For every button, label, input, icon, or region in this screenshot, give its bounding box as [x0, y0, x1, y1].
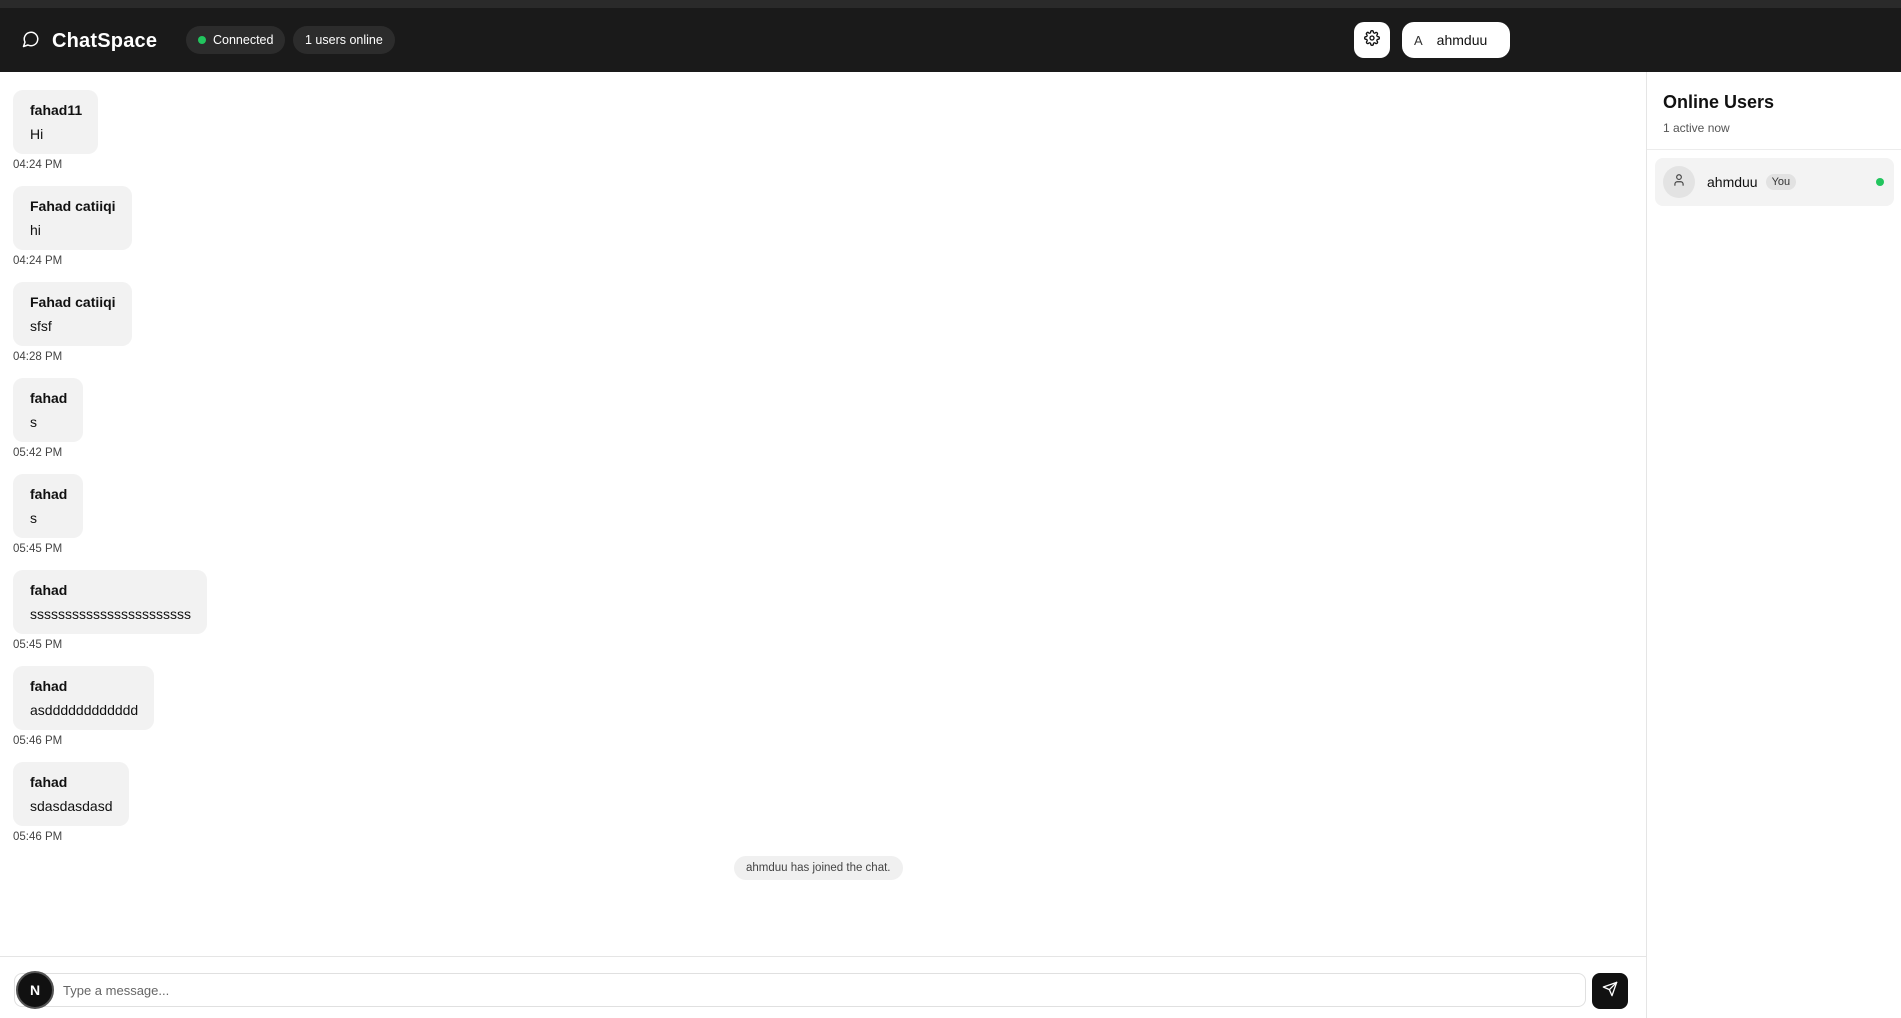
- message-list[interactable]: fahad11 Hi 04:24 PM Fahad catiiqi hi 04:…: [0, 72, 1646, 956]
- online-count-label: 1 users online: [305, 33, 383, 47]
- message-sender: fahad: [30, 678, 68, 694]
- message-item: Fahad catiiqi hi 04:24 PM: [13, 186, 132, 267]
- online-users-title: Online Users: [1663, 92, 1775, 112]
- message-time: 05:45 PM: [13, 543, 63, 555]
- connection-status-badge: Connected: [186, 26, 286, 54]
- message-time: 04:28 PM: [13, 351, 63, 363]
- online-user-item[interactable]: ahmduu You: [1655, 158, 1894, 206]
- message-time: 05:46 PM: [13, 735, 63, 747]
- message-bubble: fahad sdasdasdasd: [13, 762, 129, 826]
- message-time: 05:42 PM: [13, 447, 63, 459]
- user-icon: [1672, 173, 1686, 192]
- message-item: fahad sdasdasdasd 05:46 PM: [13, 762, 129, 843]
- message-time: 04:24 PM: [13, 255, 63, 267]
- user-avatar: [1663, 166, 1695, 198]
- message-sender: Fahad catiiqi: [30, 294, 116, 310]
- message-text: sfsf: [30, 318, 52, 334]
- message-bubble: fahad s: [13, 378, 84, 442]
- message-text: s: [30, 510, 37, 526]
- you-badge: You: [1765, 174, 1797, 190]
- top-bar: ChatSpace Connected 1 users online A ahm…: [0, 0, 1901, 72]
- message-item: Fahad catiiqi sfsf 04:28 PM: [13, 282, 132, 363]
- send-button[interactable]: [1592, 973, 1628, 1009]
- message-sender: fahad: [30, 390, 68, 406]
- brand[interactable]: ChatSpace: [22, 30, 157, 53]
- message-sender: Fahad catiiqi: [30, 198, 116, 214]
- current-user-name: ahmduu: [1436, 32, 1488, 48]
- message-composer: N: [0, 956, 1646, 1018]
- online-count-badge: 1 users online: [293, 26, 395, 54]
- online-user-name: ahmduu: [1707, 174, 1758, 190]
- system-message: ahmduu has joined the chat.: [734, 856, 903, 880]
- message-bubble: Fahad catiiqi hi: [13, 186, 132, 250]
- app-title: ChatSpace: [52, 30, 158, 52]
- gear-icon: [1364, 29, 1380, 51]
- message-text: asdddddddddddd: [30, 702, 139, 718]
- message-time: 05:46 PM: [13, 831, 63, 843]
- message-item: fahad sssssssssssssssssssssss 05:45 PM: [13, 570, 207, 651]
- message-item: fahad asdddddddddddd 05:46 PM: [13, 666, 155, 747]
- message-bubble: fahad sssssssssssssssssssssss: [13, 570, 207, 634]
- message-sender: fahad11: [30, 102, 83, 118]
- n-logo-icon[interactable]: N: [16, 971, 54, 1009]
- message-text: Hi: [30, 126, 44, 142]
- message-item: fahad11 Hi 04:24 PM: [13, 90, 99, 171]
- settings-button[interactable]: [1354, 22, 1390, 58]
- online-users-header: Online Users 1 active now: [1647, 72, 1901, 150]
- online-status-dot-icon: [1876, 178, 1884, 186]
- message-sender: fahad: [30, 774, 68, 790]
- message-text: sdasdasdasd: [30, 798, 113, 814]
- message-item: fahad s 05:45 PM: [13, 474, 84, 555]
- message-bubble: fahad s: [13, 474, 84, 538]
- online-users-count: 1 active now: [1663, 121, 1730, 135]
- message-time: 04:24 PM: [13, 159, 63, 171]
- message-bubble: Fahad catiiqi sfsf: [13, 282, 132, 346]
- message-bubble: fahad asdddddddddddd: [13, 666, 155, 730]
- message-sender: fahad: [30, 486, 68, 502]
- message-sender: fahad: [30, 582, 68, 598]
- online-users-panel: Online Users 1 active now ahmduu You: [1646, 72, 1901, 1018]
- connection-status-label: Connected: [213, 33, 274, 47]
- message-bubble: fahad11 Hi: [13, 90, 99, 154]
- message-text: s: [30, 414, 37, 430]
- message-text: hi: [30, 222, 41, 238]
- chat-bubble-icon: [22, 30, 40, 53]
- user-menu-button[interactable]: A ahmduu: [1402, 22, 1510, 58]
- message-item: fahad s 05:42 PM: [13, 378, 84, 459]
- message-text: sssssssssssssssssssssss: [30, 606, 191, 622]
- message-input[interactable]: [14, 973, 1586, 1007]
- message-time: 05:45 PM: [13, 639, 63, 651]
- status-dot-icon: [198, 36, 206, 44]
- send-icon: [1602, 981, 1618, 1002]
- avatar: A: [1414, 32, 1423, 48]
